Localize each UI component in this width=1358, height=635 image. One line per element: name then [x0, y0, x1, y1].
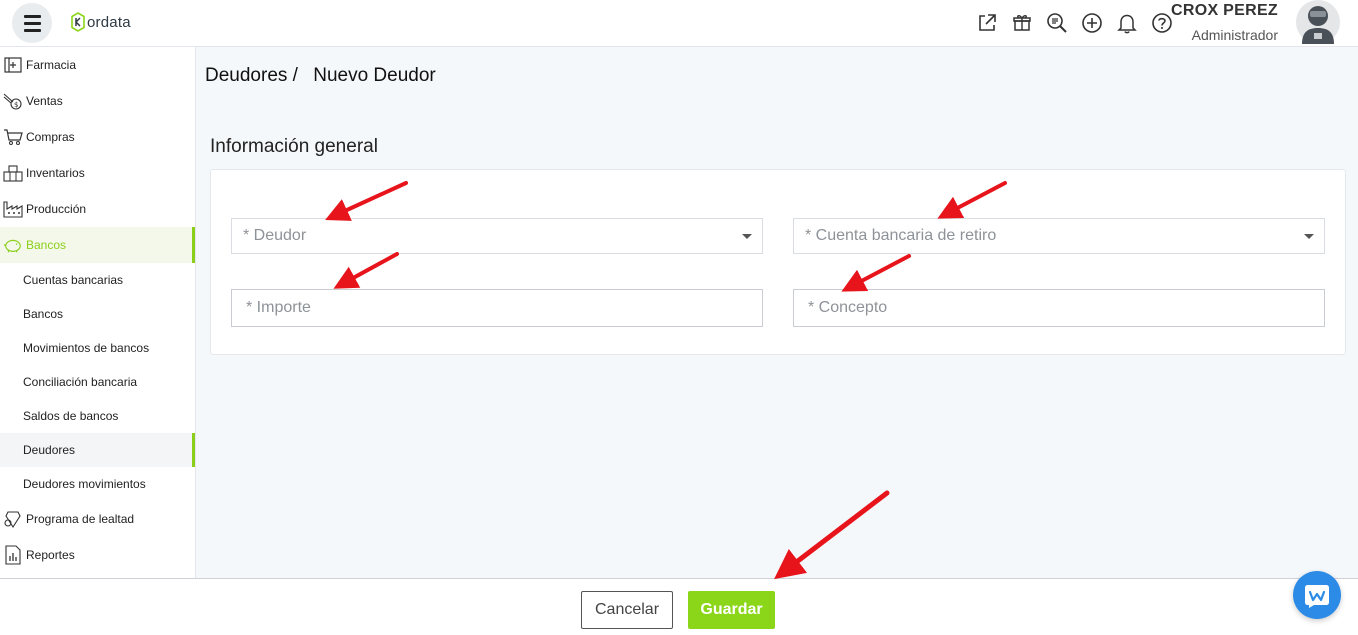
sidebar-item-bancos[interactable]: Bancos	[0, 227, 195, 263]
sidebar-subitem-label: Saldos de bancos	[23, 409, 119, 423]
sidebar-subitem-movimientos-de-bancos[interactable]: Movimientos de bancos	[0, 331, 195, 365]
general-info-card	[210, 169, 1346, 355]
sidebar-subitem-label: Deudores	[23, 443, 76, 457]
menu-bar	[23, 21, 41, 25]
header-toolbar	[974, 10, 1175, 36]
deudor-select-placeholder: * Deudor	[243, 227, 307, 244]
sidebar-item-label: Bancos	[26, 238, 67, 252]
sidebar-subitem-label: Movimientos de bancos	[23, 341, 150, 355]
importe-input[interactable]	[246, 299, 762, 317]
sidebar-item-ventas[interactable]: $ Ventas	[0, 83, 195, 119]
arrow-to-save	[774, 490, 890, 580]
concepto-input[interactable]	[808, 299, 1324, 317]
sidebar-item-label: Compras	[26, 130, 75, 144]
sidebar-item-label: Programa de lealtad	[26, 512, 135, 526]
breadcrumb-current: Nuevo Deudor	[313, 65, 436, 86]
sidebar: Farmacia $ Ventas Compras Inventarios Pr…	[0, 47, 196, 580]
sidebar-item-inventarios[interactable]: Inventarios	[0, 155, 195, 191]
external-link-icon[interactable]	[974, 10, 1000, 36]
section-title: Información general	[210, 136, 378, 157]
user-role: Administrador	[1191, 27, 1278, 43]
sidebar-item-farmacia[interactable]: Farmacia	[0, 47, 195, 83]
sidebar-item-reportes[interactable]: Reportes	[0, 537, 195, 573]
concepto-field[interactable]	[793, 289, 1325, 327]
factory-icon	[3, 200, 23, 218]
sidebar-item-programa-de-lealtad[interactable]: Programa de lealtad	[0, 501, 195, 537]
hamburger-menu-button[interactable]	[12, 3, 52, 43]
bank-account-select-placeholder: * Cuenta bancaria de retiro	[805, 227, 997, 244]
user-name[interactable]: CROX PEREZ	[1171, 2, 1278, 20]
chat-icon	[1305, 585, 1329, 608]
sidebar-item-label: Ventas	[26, 94, 63, 108]
sidebar-subitem-label: Deudores movimientos	[23, 477, 146, 491]
sidebar-subitem-label: Cuentas bancarias	[23, 273, 124, 287]
user-avatar[interactable]	[1294, 0, 1342, 44]
breadcrumb: Deudores / Nuevo Deudor	[205, 65, 436, 87]
plus-circle-icon[interactable]	[1079, 10, 1105, 36]
sidebar-item-compras[interactable]: Compras	[0, 119, 195, 155]
loyalty-icon	[3, 510, 23, 528]
sidebar-subitem-bancos[interactable]: Bancos	[0, 297, 195, 331]
sidebar-subitem-cuentas-bancarias[interactable]: Cuentas bancarias	[0, 263, 195, 297]
svg-text:$: $	[14, 101, 18, 109]
deudor-select[interactable]: * Deudor	[231, 218, 763, 254]
brand-name: ordata	[87, 13, 131, 31]
brand-logo-mark	[71, 12, 85, 32]
chat-widget-button[interactable]	[1293, 571, 1341, 619]
gift-icon[interactable]	[1009, 10, 1035, 36]
sidebar-subitem-label: Conciliación bancaria	[23, 375, 138, 389]
menu-bar	[23, 28, 41, 32]
cancel-button[interactable]: Cancelar	[581, 591, 673, 629]
sidebar-item-label: Producción	[26, 202, 87, 216]
piggy-bank-icon	[3, 236, 23, 254]
save-button[interactable]: Guardar	[688, 591, 775, 629]
inventory-icon	[3, 164, 23, 182]
reports-icon	[3, 545, 23, 565]
sidebar-subitem-deudores-movimientos[interactable]: Deudores movimientos	[0, 467, 195, 501]
breadcrumb-parent[interactable]: Deudores /	[205, 65, 298, 86]
sidebar-subitem-conciliacion-bancaria[interactable]: Conciliación bancaria	[0, 365, 195, 399]
action-footer: Cancelar Guardar	[0, 578, 1358, 635]
pharmacy-icon	[3, 56, 23, 74]
sidebar-item-label: Reportes	[26, 548, 75, 562]
sidebar-item-label: Farmacia	[26, 58, 77, 72]
cart-icon	[3, 128, 23, 146]
brand-logo[interactable]: ordata	[71, 12, 131, 32]
menu-bar	[23, 14, 41, 18]
sales-icon: $	[3, 92, 23, 110]
importe-field[interactable]	[231, 289, 763, 327]
bell-icon[interactable]	[1114, 10, 1140, 36]
sidebar-item-label: Inventarios	[26, 166, 85, 180]
bank-account-select[interactable]: * Cuenta bancaria de retiro	[793, 218, 1325, 254]
sidebar-subitem-deudores[interactable]: Deudores	[0, 433, 195, 467]
sidebar-subitem-saldos-de-bancos[interactable]: Saldos de bancos	[0, 399, 195, 433]
top-header: ordata CROX PEREZ Administrador	[0, 0, 1358, 47]
sidebar-subitem-label: Bancos	[23, 307, 64, 321]
zoom-search-icon[interactable]	[1044, 10, 1070, 36]
sidebar-item-produccion[interactable]: Producción	[0, 191, 195, 227]
